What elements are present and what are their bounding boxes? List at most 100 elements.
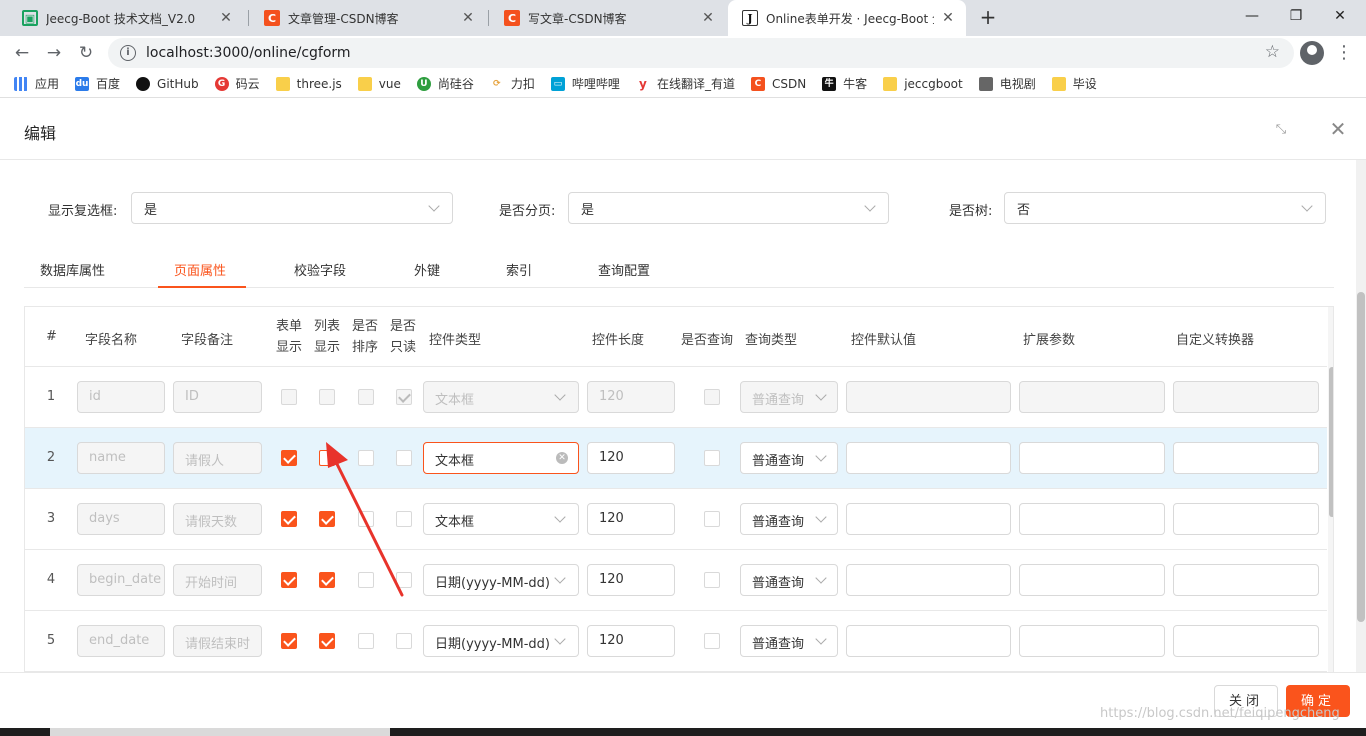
is-query-checkbox[interactable] <box>704 511 720 527</box>
list-show-checkbox[interactable] <box>319 389 335 405</box>
tab-database-properties[interactable]: 数据库属性 <box>40 260 105 279</box>
bookmark-graduation[interactable]: 毕设 <box>1051 75 1097 92</box>
bookmark-threejs[interactable]: three.js <box>275 76 342 91</box>
fullscreen-toggle-icon[interactable]: ⤡ <box>1272 122 1290 140</box>
converter-input[interactable] <box>1173 564 1319 596</box>
ext-params-input[interactable] <box>1019 381 1165 413</box>
list-show-checkbox[interactable] <box>319 633 335 649</box>
is-tree-select[interactable]: 否 <box>1004 192 1326 224</box>
field-name-input[interactable]: begin_date <box>77 564 165 596</box>
close-tab-icon[interactable]: ✕ <box>218 10 234 26</box>
converter-input[interactable] <box>1173 503 1319 535</box>
bookmark-nowcoder[interactable]: 牛牛客 <box>822 75 867 92</box>
ext-params-input[interactable] <box>1019 503 1165 535</box>
sortable-checkbox[interactable] <box>358 389 374 405</box>
clear-icon[interactable]: ✕ <box>556 452 568 464</box>
bookmark-baidu[interactable]: du 百度 <box>75 75 120 92</box>
bookmark-gitee[interactable]: G 码云 <box>214 75 260 92</box>
readonly-checkbox[interactable] <box>396 572 412 588</box>
tab-query-config[interactable]: 查询配置 <box>598 260 650 279</box>
profile-avatar-icon[interactable] <box>1300 41 1324 65</box>
close-tab-icon[interactable]: ✕ <box>700 10 716 26</box>
default-value-input[interactable] <box>846 503 1011 535</box>
control-type-select[interactable]: 日期(yyyy-MM-dd) <box>423 625 579 657</box>
field-note-input[interactable]: 请假人 <box>173 442 262 474</box>
bookmark-csdn[interactable]: C CSDN <box>750 76 806 91</box>
sortable-checkbox[interactable] <box>358 633 374 649</box>
field-note-input[interactable]: ID <box>173 381 262 413</box>
bookmark-bilibili[interactable]: ▭ 哔哩哔哩 <box>550 75 620 92</box>
field-note-input[interactable]: 开始时间 <box>173 564 262 596</box>
control-length-input[interactable]: 120 <box>587 625 675 657</box>
form-show-checkbox[interactable] <box>281 633 297 649</box>
forward-icon[interactable]: → <box>41 40 67 66</box>
is-query-checkbox[interactable] <box>704 633 720 649</box>
ext-params-input[interactable] <box>1019 442 1165 474</box>
field-name-input[interactable]: name <box>77 442 165 474</box>
minimize-icon[interactable]: — <box>1230 0 1274 32</box>
sortable-checkbox[interactable] <box>358 511 374 527</box>
browser-menu-icon[interactable]: ⋮ <box>1334 40 1354 66</box>
control-length-input[interactable]: 120 <box>587 442 675 474</box>
table-scrollbar-thumb[interactable] <box>1329 367 1333 517</box>
list-show-checkbox[interactable] <box>319 450 335 466</box>
query-type-select[interactable]: 普通查询 <box>740 442 838 474</box>
bookmark-leetcode[interactable]: ⟳ 力扣 <box>489 75 535 92</box>
field-name-input[interactable]: days <box>77 503 165 535</box>
control-length-input[interactable]: 120 <box>587 503 675 535</box>
form-show-checkbox[interactable] <box>281 389 297 405</box>
field-name-input[interactable]: id <box>77 381 165 413</box>
form-show-checkbox[interactable] <box>281 450 297 466</box>
browser-tab-online-form[interactable]: J Online表单开发 · Jeecg-Boot 企 ✕ <box>728 0 966 36</box>
query-type-select[interactable]: 普通查询 <box>740 564 838 596</box>
close-tab-icon[interactable]: ✕ <box>940 10 956 26</box>
query-type-select[interactable]: 普通查询 <box>740 381 838 413</box>
window-close-icon[interactable]: ✕ <box>1318 0 1362 32</box>
form-show-checkbox[interactable] <box>281 572 297 588</box>
site-info-icon[interactable]: i <box>120 45 136 61</box>
list-show-checkbox[interactable] <box>319 511 335 527</box>
tab-foreign-keys[interactable]: 外键 <box>414 260 440 279</box>
back-icon[interactable]: ← <box>9 40 35 66</box>
bookmark-github[interactable]: GitHub <box>136 76 199 91</box>
default-value-input[interactable] <box>846 564 1011 596</box>
browser-tab-jeecg-docs[interactable]: ▣ Jeecg-Boot 技术文档_V2.0 ✕ <box>8 0 244 36</box>
query-type-select[interactable]: 普通查询 <box>740 503 838 535</box>
modal-close-icon[interactable]: ✕ <box>1327 118 1349 140</box>
restore-icon[interactable]: ❐ <box>1274 0 1318 32</box>
reload-icon[interactable]: ↻ <box>73 40 99 66</box>
bookmark-vue[interactable]: vue <box>357 76 401 91</box>
control-type-select[interactable]: 日期(yyyy-MM-dd) <box>423 564 579 596</box>
browser-tab-write-article[interactable]: C 写文章-CSDN博客 ✕ <box>490 0 726 36</box>
new-tab-button[interactable]: + <box>976 4 1000 32</box>
sortable-checkbox[interactable] <box>358 572 374 588</box>
address-bar[interactable]: i localhost:3000/online/cgform ☆ <box>108 38 1294 68</box>
readonly-checkbox[interactable] <box>396 511 412 527</box>
show-checkbox-select[interactable]: 是 <box>131 192 453 224</box>
field-name-input[interactable]: end_date <box>77 625 165 657</box>
tab-page-properties[interactable]: 页面属性 <box>174 260 226 279</box>
list-show-checkbox[interactable] <box>319 572 335 588</box>
is-query-checkbox[interactable] <box>704 389 720 405</box>
converter-input[interactable] <box>1173 381 1319 413</box>
field-note-input[interactable]: 请假结束时 <box>173 625 262 657</box>
browser-tab-article-management[interactable]: C 文章管理-CSDN博客 ✕ <box>250 0 486 36</box>
table-scrollbar[interactable] <box>1328 307 1333 672</box>
default-value-input[interactable] <box>846 381 1011 413</box>
bookmark-atguigu[interactable]: U 尚硅谷 <box>416 75 474 92</box>
tab-indexes[interactable]: 索引 <box>506 260 532 279</box>
ext-params-input[interactable] <box>1019 564 1165 596</box>
readonly-checkbox[interactable] <box>396 450 412 466</box>
bookmark-star-icon[interactable]: ☆ <box>1265 42 1280 62</box>
control-length-input[interactable]: 120 <box>587 564 675 596</box>
sortable-checkbox[interactable] <box>358 450 374 466</box>
readonly-checkbox[interactable] <box>396 389 412 405</box>
default-value-input[interactable] <box>846 625 1011 657</box>
control-type-select[interactable]: 文本框 <box>423 381 579 413</box>
is-query-checkbox[interactable] <box>704 572 720 588</box>
bookmark-apps[interactable]: 应用 <box>14 75 59 92</box>
field-note-input[interactable]: 请假天数 <box>173 503 262 535</box>
close-tab-icon[interactable]: ✕ <box>460 10 476 26</box>
control-type-select[interactable]: 文本框 ✕ <box>423 442 579 474</box>
modal-scrollbar[interactable] <box>1356 160 1366 672</box>
